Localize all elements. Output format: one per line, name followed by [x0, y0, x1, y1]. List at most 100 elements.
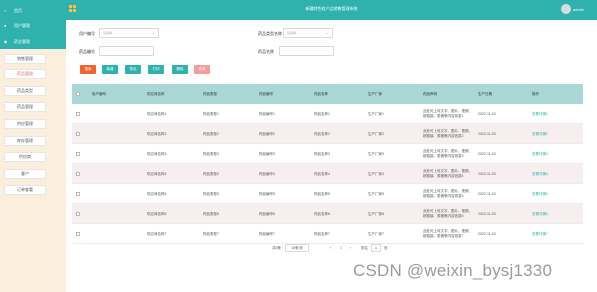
home-icon: ⌂ [4, 8, 7, 13]
row-checkbox[interactable] [76, 232, 80, 236]
table-cell: 药品名称1 [314, 112, 330, 116]
table-cell: 药品编号7 [259, 232, 275, 236]
sidebar-item-home[interactable]: ⌂ 首页 [4, 5, 64, 15]
sidebar-button-supplier[interactable]: 供应商 [4, 152, 46, 162]
sidebar-top-menu: ⌂ 首页 ● 用户管理 ◆ 药业管理 [0, 0, 66, 49]
table-cell: 2022-11-03 [478, 112, 496, 116]
prev-page-button[interactable]: ‹ [330, 246, 331, 250]
view-details-link[interactable]: 查看详情4 [532, 172, 548, 177]
table-cell: 生产厂家2 [368, 132, 384, 136]
table-cell: 此处可上传文字、图片、视频、超链接、表格等内容信息3 [423, 149, 472, 158]
page-size-select[interactable]: 10条/页 [285, 244, 309, 252]
add-button[interactable]: 新增 [102, 65, 118, 74]
view-details-link[interactable]: 查看详情5 [532, 192, 548, 197]
view-details-link[interactable]: 查看详情1 [532, 112, 548, 117]
goto-page-input[interactable]: 1 [371, 244, 381, 252]
row-checkbox[interactable] [76, 132, 80, 136]
table-cell: 药品编号5 [259, 192, 275, 196]
drug-code-label: 药品编号 [79, 49, 95, 54]
table-row[interactable]: 供应商名称5 药品类型5 药品编号5 药品名称5 生产厂家5 此处可上传文字、图片、视频、… [72, 184, 583, 204]
drug-type-select[interactable]: 请选择 ⌄ [283, 28, 333, 38]
drug-type-select-placeholder: 请选择 [287, 31, 297, 35]
user-name[interactable]: admin [573, 7, 584, 12]
page-size-value: 10条/页 [291, 246, 303, 250]
sidebar-button-drug-type[interactable]: 药品类型 [4, 86, 46, 96]
table-cell: 供应商名称7 [147, 232, 167, 236]
avatar[interactable] [561, 4, 571, 14]
sidebar-button-inventory[interactable]: 库存管理 [4, 136, 46, 146]
user-id-label: 用户编号 [79, 31, 95, 36]
table-cell: 药品类型1 [203, 112, 219, 116]
table-row[interactable]: 供应商名称7 药品类型7 药品编号7 药品名称7 生产厂家7 此处可上传文字、图片、视频、… [72, 224, 583, 244]
top-header: 新疆特色农产品销售管理系统 admin [66, 0, 597, 20]
drug-type-label: 药品类型名称 [258, 31, 282, 36]
sidebar-button-customer[interactable]: 客户 [4, 169, 46, 179]
table-row[interactable]: 供应商名称6 药品类型6 药品编号6 药品名称6 生产厂家6 此处可上传文字、图片、视频、… [72, 204, 583, 224]
table-cell: 2022-11-03 [478, 232, 496, 236]
table-cell: 此处可上传文字、图片、视频、超链接、表格等内容信息5 [423, 189, 472, 198]
sidebar-button-drug-manage-active[interactable]: 药品管理 [4, 69, 46, 79]
user-id-select[interactable]: 请选择 ⌄ [99, 28, 159, 38]
table-cell: 供应商名称4 [147, 172, 167, 176]
view-details-link[interactable]: 查看详情6 [532, 212, 548, 217]
pagination-total: 共6条 [272, 246, 281, 250]
table-cell: 药品类型4 [203, 172, 219, 176]
view-details-link[interactable]: 查看详情7 [532, 232, 548, 237]
table-row[interactable]: 供应商名称3 药品类型3 药品编号3 药品名称3 生产厂家3 此处可上传文字、图片、视频、… [72, 144, 583, 164]
sidebar-item-users[interactable]: ● 用户管理 [4, 20, 64, 30]
print-button[interactable]: 打印 [148, 65, 164, 74]
row-checkbox[interactable] [76, 212, 80, 216]
table-cell: 供应商名称2 [147, 132, 167, 136]
watermark: CSDN @weixin_bysj1330 [353, 261, 553, 280]
table-cell: 生产厂家7 [368, 232, 384, 236]
chevron-down-icon: ⌄ [325, 30, 329, 35]
row-checkbox[interactable] [76, 192, 80, 196]
view-details-link[interactable]: 查看详情2 [532, 132, 548, 137]
sidebar-item-label: 药业管理 [14, 39, 30, 44]
chevron-down-icon: ⌄ [151, 30, 155, 35]
row-checkbox[interactable] [76, 172, 80, 176]
current-page[interactable]: 1 [340, 246, 342, 250]
table-cell: 此处可上传文字、图片、视频、超链接、表格等内容信息1 [423, 109, 472, 118]
table-cell: 生产厂家1 [368, 112, 384, 116]
table-cell: 供应商名称3 [147, 152, 167, 156]
user-id-select-placeholder: 请选择 [103, 31, 113, 35]
column-header: 用户编号 [92, 92, 106, 96]
table-row[interactable]: 供应商名称2 药品类型2 药品编号2 药品名称2 生产厂家2 此处可上传文字、图片、视频、… [72, 124, 583, 144]
table-cell: 2022-11-03 [478, 132, 496, 136]
table-cell: 生产厂家5 [368, 192, 384, 196]
table-cell: 此处可上传文字、图片、视频、超链接、表格等内容信息7 [423, 229, 472, 238]
drug-name-input[interactable] [279, 46, 334, 56]
table-cell: 药品名称6 [314, 212, 330, 216]
row-checkbox[interactable] [76, 152, 80, 156]
delete-button[interactable]: 删除 [172, 65, 188, 74]
table-cell: 药品类型2 [203, 132, 219, 136]
column-header: 药品声明 [423, 92, 437, 96]
table-cell: 此处可上传文字、图片、视频、超链接、表格等内容信息4 [423, 169, 472, 178]
export-button[interactable]: 导出 [125, 65, 141, 74]
column-header: 药品编号 [259, 92, 273, 96]
next-page-button[interactable]: › [350, 246, 351, 250]
table-cell: 药品名称5 [314, 192, 330, 196]
column-header: 药品类型 [203, 92, 217, 96]
row-checkbox[interactable] [76, 112, 80, 116]
sidebar-button-supply[interactable]: 供应管理 [4, 119, 46, 129]
column-header: 药品名称 [314, 92, 328, 96]
table-row[interactable]: 供应商名称4 药品类型4 药品编号4 药品名称4 生产厂家4 此处可上传文字、图片、视频、… [72, 164, 583, 184]
drug-code-input[interactable] [99, 46, 154, 56]
sidebar-item-label: 首页 [14, 8, 22, 13]
edit-button[interactable]: 修改 [194, 65, 210, 74]
view-details-link[interactable]: 查看详情3 [532, 152, 548, 157]
app-window: ⌂ 首页 ● 用户管理 ◆ 药业管理 销售管理 药品管理 药品类型 药品管理 供… [0, 0, 597, 292]
table-cell: 药品编号4 [259, 172, 275, 176]
table-row[interactable]: 供应商名称1 药品类型1 药品编号1 药品名称1 生产厂家1 此处可上传文字、图片、视频、… [72, 104, 583, 124]
table-cell: 供应商名称6 [147, 212, 167, 216]
select-all-checkbox[interactable] [76, 92, 80, 96]
sidebar-item-pharma[interactable]: ◆ 药业管理 [4, 36, 64, 46]
search-button[interactable]: 搜索 [80, 65, 96, 74]
table-cell: 2022-11-03 [478, 172, 496, 176]
sidebar-button-sales[interactable]: 销售管理 [4, 54, 46, 64]
sidebar-button-orders[interactable]: 订单查看 [4, 185, 46, 195]
sidebar-button-drug-manage[interactable]: 药品管理 [4, 102, 46, 112]
table-cell: 药品类型6 [203, 212, 219, 216]
